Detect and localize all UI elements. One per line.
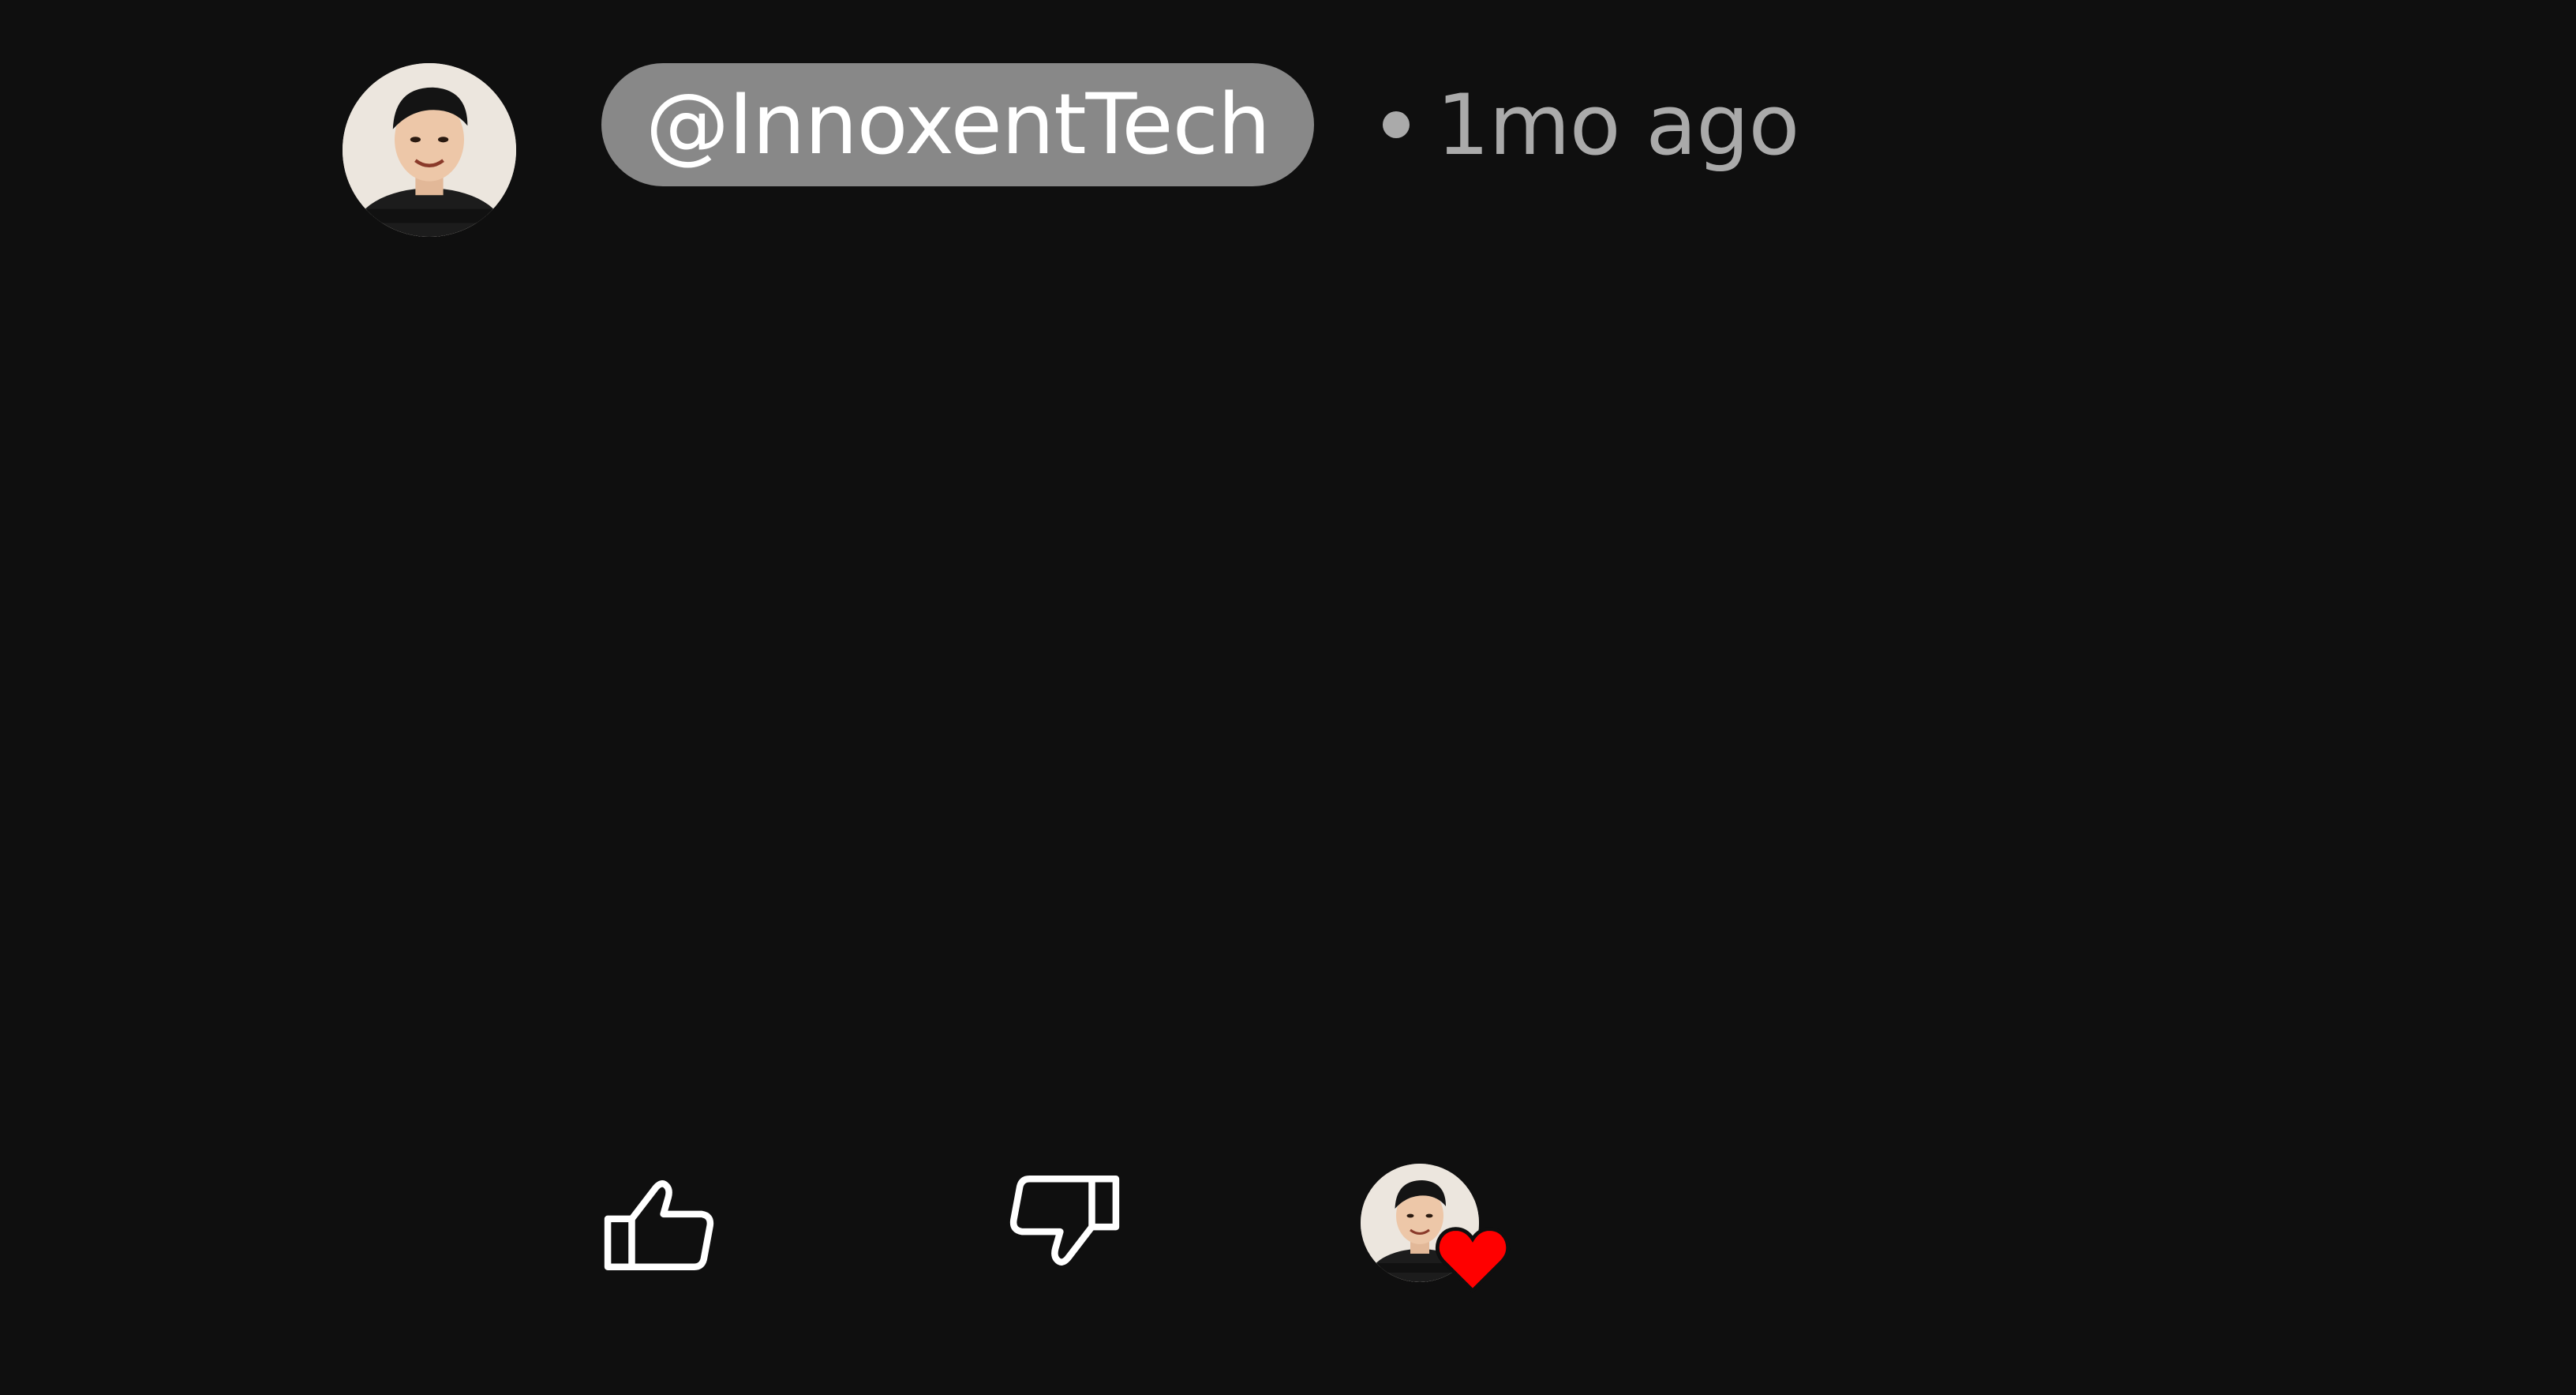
separator-dot [1383,111,1410,138]
avatar-image [343,63,516,237]
comment-card: @InnoxentTech 1mo ago [0,0,2576,1395]
thumbs-up-icon [604,1180,714,1271]
author-handle-pill[interactable]: @InnoxentTech [601,63,1315,186]
thumbs-down-icon [1009,1175,1120,1266]
author-handle: @InnoxentTech [646,76,1271,173]
heart-icon [1435,1224,1511,1295]
like-button[interactable] [603,1175,718,1273]
comment-timestamp[interactable]: 1mo ago [1436,77,1799,174]
comment-meta: 1mo ago [1383,63,1799,186]
author-avatar[interactable] [343,63,516,237]
dislike-button[interactable] [1005,1173,1121,1271]
